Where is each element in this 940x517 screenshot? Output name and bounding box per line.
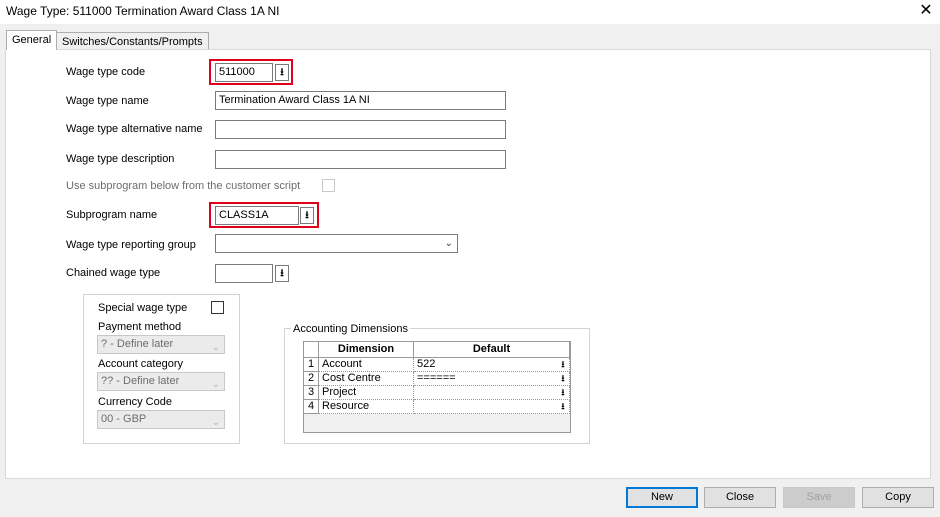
grid-corner — [304, 342, 319, 358]
wage-type-alt-name-label: Wage type alternative name — [66, 123, 203, 135]
subprogram-name-label: Subprogram name — [66, 209, 158, 221]
default-lookup-icon[interactable]: ⭳ — [558, 372, 568, 385]
chevron-down-icon: ⌄ — [211, 379, 220, 390]
wage-type-alt-name-input[interactable] — [215, 120, 506, 139]
wage-type-code-label: Wage type code — [66, 66, 146, 78]
window-title: Wage Type: 511000 Termination Award Clas… — [6, 4, 280, 18]
row-number: 3 — [304, 386, 319, 400]
currency-code-select[interactable]: 00 - GBP ⌄ — [97, 410, 225, 429]
wage-type-code-lookup-icon[interactable]: ⭳ — [275, 64, 289, 81]
accounting-dimensions-grid: Dimension Default 1 Account 522 ⭳ 2 Cost… — [303, 341, 571, 433]
tab-general[interactable]: General — [6, 30, 58, 50]
wage-type-description-input[interactable] — [215, 150, 506, 169]
account-category-select[interactable]: ?? - Define later ⌄ — [97, 372, 225, 391]
wage-type-name-input[interactable]: Termination Award Class 1A NI — [215, 91, 506, 110]
reporting-group-select[interactable]: ⌄ — [215, 234, 458, 253]
column-header-default[interactable]: Default — [414, 342, 570, 358]
subprogram-name-input[interactable]: CLASS1A — [215, 206, 299, 225]
tab-switches-constants-prompts[interactable]: Switches/Constants/Prompts — [56, 32, 209, 49]
account-category-label: Account category — [98, 358, 183, 370]
dimension-cell[interactable]: Resource — [319, 400, 414, 414]
chevron-down-icon: ⌄ — [211, 342, 220, 353]
chained-wage-type-input[interactable] — [215, 264, 273, 283]
reporting-group-value — [216, 237, 219, 249]
wage-type-name-label: Wage type name — [66, 95, 149, 107]
close-button[interactable]: Close — [704, 487, 776, 508]
column-header-dimension[interactable]: Dimension — [319, 342, 414, 358]
wage-type-code-input[interactable]: 511000 — [215, 63, 273, 82]
new-button[interactable]: New — [626, 487, 698, 508]
use-subprogram-label: Use subprogram below from the customer s… — [66, 180, 301, 192]
use-subprogram-checkbox[interactable] — [322, 179, 335, 192]
row-number: 2 — [304, 372, 319, 386]
copy-button[interactable]: Copy — [862, 487, 934, 508]
currency-code-label: Currency Code — [98, 396, 172, 408]
accounting-dimensions-title: Accounting Dimensions — [291, 323, 410, 335]
reporting-group-label: Wage type reporting group — [66, 239, 196, 251]
subprogram-name-lookup-icon[interactable]: ⭳ — [300, 207, 314, 224]
chained-wage-type-label: Chained wage type — [66, 267, 161, 279]
special-wage-type-checkbox[interactable] — [211, 301, 224, 314]
account-category-value: ?? - Define later — [101, 375, 180, 387]
default-cell[interactable]: ====== — [414, 372, 570, 386]
title-bar: Wage Type: 511000 Termination Award Clas… — [0, 0, 940, 24]
currency-code-value: 00 - GBP — [101, 413, 147, 425]
save-button[interactable]: Save — [783, 487, 855, 508]
default-cell[interactable]: 522 — [414, 358, 570, 372]
dimension-cell[interactable]: Project — [319, 386, 414, 400]
close-icon[interactable]: ✕ — [917, 1, 935, 21]
row-number: 1 — [304, 358, 319, 372]
default-cell[interactable] — [414, 400, 570, 414]
dimension-cell[interactable]: Cost Centre — [319, 372, 414, 386]
wage-type-description-label: Wage type description — [66, 153, 175, 165]
default-lookup-icon[interactable]: ⭳ — [558, 358, 568, 371]
chained-wage-type-lookup-icon[interactable]: ⭳ — [275, 265, 289, 282]
dimension-cell[interactable]: Account — [319, 358, 414, 372]
chevron-down-icon: ⌄ — [444, 238, 453, 249]
row-number: 4 — [304, 400, 319, 414]
payment-method-value: ? - Define later — [101, 338, 174, 350]
special-wage-type-label: Special wage type — [98, 302, 188, 314]
default-lookup-icon[interactable]: ⭳ — [558, 400, 568, 413]
payment-method-label: Payment method — [98, 321, 182, 333]
chevron-down-icon: ⌄ — [211, 417, 220, 428]
payment-method-select[interactable]: ? - Define later ⌄ — [97, 335, 225, 354]
default-lookup-icon[interactable]: ⭳ — [558, 386, 568, 399]
default-cell[interactable] — [414, 386, 570, 400]
